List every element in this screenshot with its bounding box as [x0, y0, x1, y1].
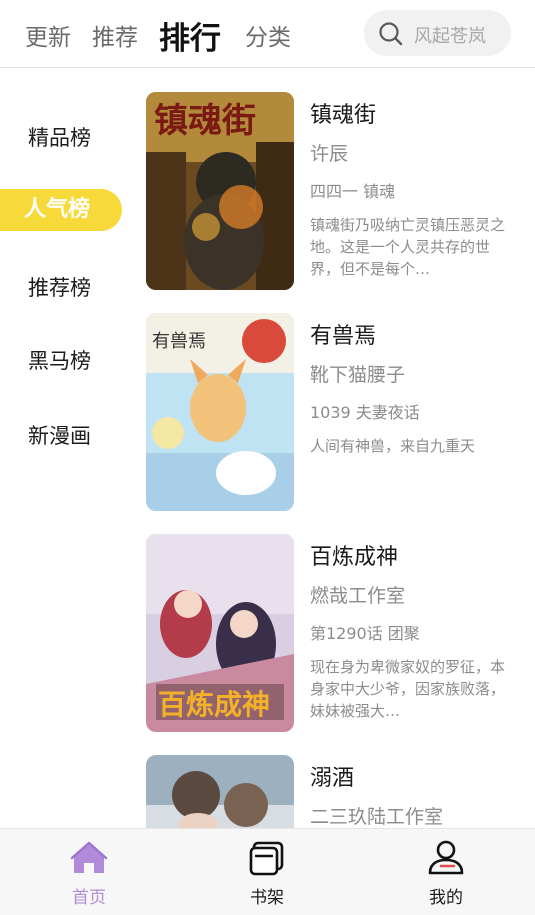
comic-author: 燃哉工作室	[310, 585, 406, 607]
search-placeholder: 风起苍岚	[414, 26, 486, 47]
tab-ranking[interactable]: 排行	[159, 13, 221, 58]
comic-author: 许辰	[310, 143, 349, 165]
tab-category[interactable]: 分类	[245, 18, 291, 52]
home-icon	[70, 841, 108, 873]
comic-chapter: 1039 夫妻夜话	[310, 403, 420, 422]
comic-description: 人间有神兽，来自九重天	[310, 437, 476, 455]
comic-card-4[interactable]: 溺酒 二三玖陆工作室	[146, 755, 516, 828]
comic-cover[interactable]: 百炼成神	[146, 534, 294, 732]
svg-text:百炼成神: 百炼成神	[158, 688, 270, 721]
svg-text:镇魂街: 镇魂街	[154, 101, 256, 141]
search-box[interactable]: 风起苍岚	[364, 10, 511, 56]
nav-home-label: 首页	[72, 888, 106, 908]
nav-profile-label: 我的	[429, 888, 463, 908]
top-bar: 更新 推荐 排行 分类 风起苍岚	[0, 0, 535, 68]
ranking-sidebar: 精品榜 人气榜 推荐榜 黑马榜 新漫画	[0, 68, 135, 828]
user-icon	[428, 840, 464, 875]
comic-title[interactable]: 百炼成神	[310, 539, 398, 571]
sidebar-item-popular[interactable]: 人气榜	[0, 189, 122, 231]
comic-description: 现在身为卑微家奴的罗征，本身家中大少爷，因家族败落，妹妹被强大…	[310, 658, 506, 720]
nav-bookshelf[interactable]: 书架	[207, 829, 327, 915]
comic-chapter: 第1290话 团聚	[310, 624, 420, 643]
tab-update[interactable]: 更新	[25, 18, 71, 52]
comic-title[interactable]: 镇魂街	[310, 97, 376, 129]
comic-cover[interactable]	[146, 755, 294, 828]
nav-profile[interactable]: 我的	[386, 829, 506, 915]
comic-chapter: 四四一 镇魂	[310, 182, 396, 201]
sidebar-item-darkhorse[interactable]: 黑马榜	[28, 345, 91, 375]
comic-cover[interactable]: 有兽焉	[146, 313, 294, 511]
sidebar-item-new[interactable]: 新漫画	[28, 420, 91, 450]
sidebar-item-quality[interactable]: 精品榜	[28, 122, 91, 152]
comic-title[interactable]: 有兽焉	[310, 318, 376, 350]
bookshelf-icon	[249, 841, 284, 876]
tab-recommend[interactable]: 推荐	[92, 18, 138, 52]
comic-author: 二三玖陆工作室	[310, 806, 444, 828]
comic-card-2[interactable]: 有兽焉 有兽焉 靴下猫腰子 1039 夫妻夜话 人间有神兽，来自九重天	[146, 313, 516, 511]
search-icon	[379, 22, 403, 46]
svg-text:有兽焉: 有兽焉	[152, 331, 206, 352]
nav-home[interactable]: 首页	[29, 829, 149, 915]
comic-card-3[interactable]: 百炼成神 百炼成神 燃哉工作室 第1290话 团聚 现在身为卑微家奴的罗征，本身…	[146, 534, 516, 732]
comic-cover[interactable]: 镇魂街	[146, 92, 294, 290]
comic-description: 镇魂街乃吸纳亡灵镇压恶灵之地。这是一个人灵共存的世界，但不是每个…	[310, 216, 506, 278]
sidebar-item-recommend[interactable]: 推荐榜	[28, 272, 91, 302]
nav-bookshelf-label: 书架	[250, 888, 284, 908]
comic-title[interactable]: 溺酒	[310, 760, 354, 792]
comic-card-1[interactable]: 镇魂街 镇魂街 许辰 四四一 镇魂 镇魂街乃吸纳亡灵镇压恶灵之地。这是一个人灵共…	[146, 92, 516, 290]
comic-author: 靴下猫腰子	[310, 364, 406, 386]
bottom-nav: 首页 书架 我的	[0, 828, 535, 915]
